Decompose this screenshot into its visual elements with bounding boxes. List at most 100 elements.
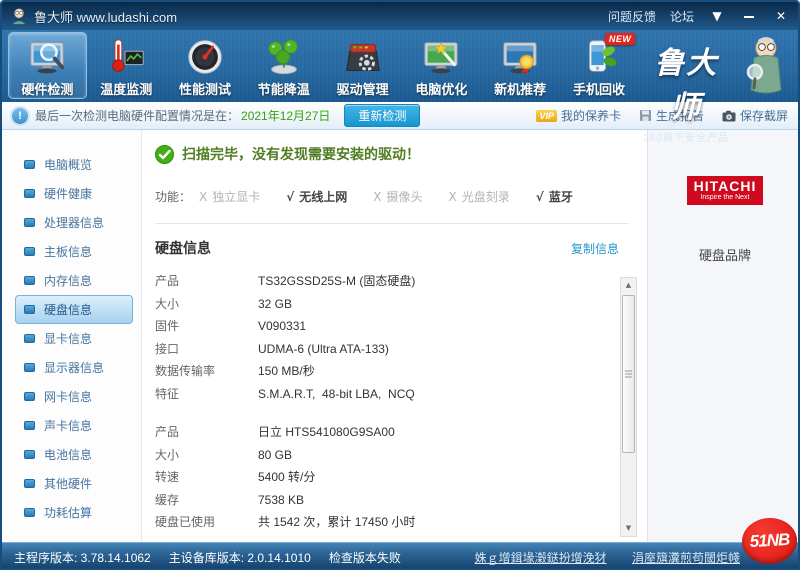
disk-group-2: 产品日立 HTS541080G9SA00 大小80 GB 转速5400 转/分 … <box>155 421 647 534</box>
bullet-icon <box>24 450 35 459</box>
sidebar-item-other-hardware[interactable]: 其他硬件 <box>15 469 133 498</box>
driver-manage-icon <box>342 36 384 78</box>
scrollbar-thumb[interactable] <box>622 295 635 453</box>
copy-info-link[interactable]: 复制信息 <box>571 240 619 257</box>
minimize-button[interactable] <box>740 9 758 23</box>
status-link-1[interactable]: 姝ｇ增鍓堟濲鎹扮增浼犲 <box>475 551 607 565</box>
status-links: 姝ｇ增鍓堟濲鎹扮增浼犲 涓庢簱瀵煎苟閾炬帴 <box>475 549 740 566</box>
bullet-icon <box>24 276 35 285</box>
toolbar-tab-driver-manage[interactable]: 驱动管理 <box>323 32 402 99</box>
sidebar-item-monitor-info[interactable]: 显示器信息 <box>15 353 133 382</box>
skin-menu-icon[interactable]: ▼ <box>708 9 726 23</box>
sidebar-item-computer-overview[interactable]: 电脑概览 <box>15 150 133 179</box>
tab-label: 电脑优化 <box>415 79 467 98</box>
tab-label: 新机推荐 <box>494 79 546 98</box>
content-panel: 扫描完毕，没有发现需要安装的驱动！ 功能： X独立显卡 √无线上网 X摄像头 X… <box>143 130 647 542</box>
sidebar-item-disk-info[interactable]: 硬盘信息 <box>15 295 133 324</box>
feature-mark: X <box>373 190 381 204</box>
toolbar-tab-new-pc[interactable]: 新机推荐 <box>481 32 560 99</box>
toolbar-tab-performance[interactable]: 性能测试 <box>166 32 245 99</box>
feature-mark: √ <box>286 190 294 204</box>
brand-name: HITACHI <box>694 179 757 193</box>
panel-caption: 硬盘品牌 <box>648 245 800 264</box>
scroll-down-arrow[interactable]: ▼ <box>621 521 636 536</box>
new-badge: NEW <box>605 33 636 45</box>
bullet-icon <box>24 479 35 488</box>
sidebar-item-cpu-info[interactable]: 处理器信息 <box>15 208 133 237</box>
care-card-label: 我的保养卡 <box>561 107 621 124</box>
toolbar: 硬件检测 温度监测 性能测试 <box>2 30 798 102</box>
pc-optimize-icon <box>420 36 462 78</box>
rescan-button[interactable]: 重新检测 <box>344 104 420 127</box>
disk-info-list: 产品TS32GSSD25S-M (固态硬盘) 大小32 GB 固件V090331… <box>155 270 647 534</box>
sidebar-item-hardware-health[interactable]: 硬件健康 <box>15 179 133 208</box>
tab-label: 硬件检测 <box>21 79 73 98</box>
bullet-icon <box>24 392 35 401</box>
titlebar: 鲁大师 www.ludashi.com 问题反馈 论坛 ▼ ✕ <box>2 2 798 30</box>
toolbar-tab-phone-recycle[interactable]: NEW 手机回收 <box>560 32 639 99</box>
performance-test-icon <box>184 36 226 78</box>
version-check-status: 检查版本失败 <box>329 549 401 566</box>
notice-date: 2021年12月27日 <box>241 107 330 124</box>
toolbar-tab-temperature[interactable]: 温度监测 <box>87 32 166 99</box>
bullet-icon <box>24 189 35 198</box>
scan-result-text: 扫描完毕，没有发现需要安装的驱动！ <box>182 144 420 164</box>
right-panel: HITACHI Inspire the Next 硬盘品牌 <box>647 130 800 542</box>
status-link-2[interactable]: 涓庢簱瀵煎苟閾炬帴 <box>632 551 740 565</box>
table-row: 大小80 GB <box>155 444 647 467</box>
brand-logo-text: 鲁大师 <box>638 38 734 126</box>
bullet-icon <box>24 334 35 343</box>
sidebar-item-gpu-info[interactable]: 显卡信息 <box>15 324 133 353</box>
sidebar-item-memory-info[interactable]: 内存信息 <box>15 266 133 295</box>
feedback-link[interactable]: 问题反馈 <box>608 8 656 25</box>
brand-tagline: Inspire the Next <box>694 194 757 201</box>
table-row: 接口UDMA-6 (Ultra ATA-133) <box>155 338 647 361</box>
feature-mark: X <box>199 190 207 204</box>
section-title: 硬盘信息 <box>155 238 211 258</box>
sidebar-item-power-estimate[interactable]: 功耗估算 <box>15 498 133 527</box>
sidebar-item-battery-info[interactable]: 电池信息 <box>15 440 133 469</box>
feature-wireless: √无线上网 <box>286 188 347 205</box>
feature-bluetooth: √蓝牙 <box>536 188 573 205</box>
bullet-icon <box>24 247 35 256</box>
bullet-icon <box>24 305 35 314</box>
mascot-icon <box>740 34 792 98</box>
scroll-up-arrow[interactable]: ▲ <box>621 278 636 293</box>
bullet-icon <box>24 218 35 227</box>
care-card-link[interactable]: VIP 我的保养卡 <box>536 107 621 124</box>
window-title: 鲁大师 www.ludashi.com <box>34 7 177 26</box>
save-screenshot-label: 保存截屏 <box>740 107 788 124</box>
db-version: 主设备库版本: 2.0.14.1010 <box>169 549 311 566</box>
features-label: 功能： <box>155 188 191 205</box>
toolbar-tab-hardware-detect[interactable]: 硬件检测 <box>8 32 87 99</box>
sidebar-item-sound-card-info[interactable]: 声卡信息 <box>15 411 133 440</box>
app-version: 主程序版本: 3.78.14.1062 <box>14 549 151 566</box>
main-area: 电脑概览 硬件健康 处理器信息 主板信息 内存信息 硬盘信息 显卡信息 显示器信… <box>2 130 798 542</box>
check-circle-icon <box>155 145 174 164</box>
divider <box>155 223 629 224</box>
sidebar: 电脑概览 硬件健康 处理器信息 主板信息 内存信息 硬盘信息 显卡信息 显示器信… <box>2 130 142 542</box>
sidebar-item-motherboard-info[interactable]: 主板信息 <box>15 237 133 266</box>
table-row: 产品日立 HTS541080G9SA00 <box>155 421 647 444</box>
feature-mark: √ <box>536 190 544 204</box>
table-row: 固件V090331 <box>155 315 647 338</box>
bullet-icon <box>24 421 35 430</box>
close-button[interactable]: ✕ <box>772 9 790 23</box>
table-row: 大小32 GB <box>155 293 647 316</box>
notice-message: 最后一次检测电脑硬件配置情况是在： <box>35 107 239 124</box>
disk-group-1: 产品TS32GSSD25S-M (固态硬盘) 大小32 GB 固件V090331… <box>155 270 647 405</box>
vip-badge: VIP <box>536 110 557 122</box>
sidebar-item-network-card-info[interactable]: 网卡信息 <box>15 382 133 411</box>
toolbar-tab-pc-optimize[interactable]: 电脑优化 <box>402 32 481 99</box>
toolbar-tab-energy-saving[interactable]: 节能降温 <box>244 32 323 99</box>
titlebar-actions: 问题反馈 论坛 ▼ ✕ <box>608 8 790 25</box>
forum-link[interactable]: 论坛 <box>670 8 694 25</box>
tab-label: 性能测试 <box>179 79 231 98</box>
energy-saving-icon <box>263 36 305 78</box>
scan-result-row: 扫描完毕，没有发现需要安装的驱动！ <box>155 144 647 164</box>
feature-disc-burning: X光盘刻录 <box>449 188 510 205</box>
new-pc-recommend-icon <box>499 36 541 78</box>
scrollbar[interactable]: ▲ ▼ <box>620 277 637 537</box>
app-logo-icon <box>10 7 28 25</box>
features-row: 功能： X独立显卡 √无线上网 X摄像头 X光盘刻录 √蓝牙 <box>155 188 647 205</box>
